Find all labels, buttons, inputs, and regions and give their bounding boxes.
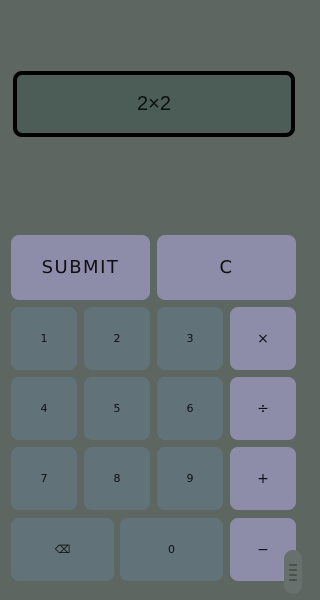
clear-button[interactable]: C	[157, 235, 296, 300]
key-8[interactable]: 8	[84, 447, 150, 510]
key-9[interactable]: 9	[157, 447, 223, 510]
expression-display: 2×2	[13, 71, 295, 137]
multiply-button[interactable]: ×	[230, 307, 296, 370]
plus-button[interactable]: +	[230, 447, 296, 510]
scroll-handle[interactable]	[284, 550, 302, 594]
grip-line	[289, 573, 297, 576]
key-3[interactable]: 3	[157, 307, 223, 370]
divide-button[interactable]: ÷	[230, 377, 296, 440]
key-2[interactable]: 2	[84, 307, 150, 370]
grip-line	[289, 578, 297, 581]
key-4[interactable]: 4	[11, 377, 77, 440]
key-6[interactable]: 6	[157, 377, 223, 440]
backspace-button[interactable]: ⌫	[11, 518, 114, 581]
key-7[interactable]: 7	[11, 447, 77, 510]
expression-text: 2×2	[137, 92, 171, 115]
key-1[interactable]: 1	[11, 307, 77, 370]
key-5[interactable]: 5	[84, 377, 150, 440]
grip-line	[289, 563, 297, 566]
submit-button[interactable]: SUBMIT	[11, 235, 150, 300]
grip-line	[289, 568, 297, 571]
backspace-icon: ⌫	[54, 543, 71, 556]
key-0[interactable]: 0	[120, 518, 223, 581]
